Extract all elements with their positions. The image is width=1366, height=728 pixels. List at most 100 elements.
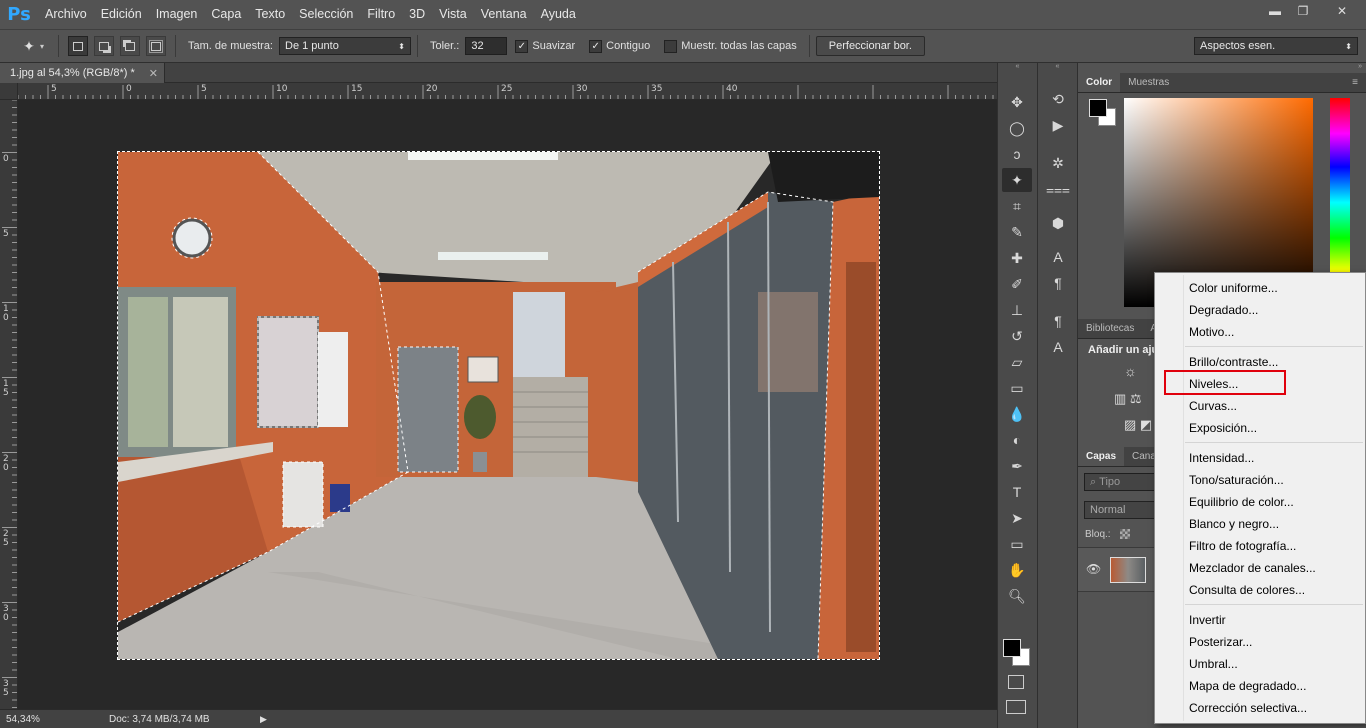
menu-item-consulta-de-colores[interactable]: Consulta de colores... bbox=[1189, 579, 1305, 601]
close-icon[interactable]: ✕ bbox=[1324, 3, 1360, 19]
intersect-selection-button[interactable] bbox=[146, 36, 167, 56]
history-brush-icon[interactable]: ↺ bbox=[1002, 324, 1032, 348]
ruler-origin[interactable] bbox=[0, 83, 18, 100]
close-tab-icon[interactable]: ✕ bbox=[149, 67, 158, 80]
stamp-tool-icon[interactable]: ⊥ bbox=[1002, 298, 1032, 322]
layer-row[interactable]: 👁︎ bbox=[1078, 547, 1156, 592]
character-panel-icon[interactable]: A bbox=[1043, 245, 1073, 269]
color-fg-swatch[interactable] bbox=[1089, 99, 1107, 117]
tool-preset-chevron-icon[interactable]: ▾ bbox=[40, 42, 44, 51]
menu-imagen[interactable]: Imagen bbox=[149, 0, 205, 29]
menu-3d[interactable]: 3D bbox=[402, 0, 432, 29]
add-selection-button[interactable] bbox=[94, 36, 115, 56]
eyedropper-tool-icon[interactable]: ✎ bbox=[1002, 220, 1032, 244]
menu-item-mezclador-de-canales[interactable]: Mezclador de canales... bbox=[1189, 557, 1316, 579]
tab-color[interactable]: Color bbox=[1078, 73, 1121, 92]
hand-tool-icon[interactable]: ✋ bbox=[1002, 558, 1032, 582]
curves-icon[interactable]: ▨ ◩ bbox=[1124, 417, 1152, 433]
blur-tool-icon[interactable]: 💧 bbox=[1002, 402, 1032, 426]
document-tab[interactable]: 1.jpg al 54,3% (RGB/8*) * ✕ bbox=[0, 63, 165, 83]
antialias-checkbox[interactable]: ✓ bbox=[515, 39, 529, 53]
subtract-selection-button[interactable] bbox=[120, 36, 141, 56]
screen-mode-icon[interactable] bbox=[1006, 700, 1026, 714]
refine-edge-button[interactable]: Perfeccionar bor. bbox=[815, 36, 925, 56]
paragraph-panel-icon[interactable]: ¶ bbox=[1043, 271, 1073, 295]
menu-ventana[interactable]: Ventana bbox=[474, 0, 534, 29]
zoom-readout[interactable]: 54,34% bbox=[0, 714, 95, 725]
menu-item-intensidad[interactable]: Intensidad... bbox=[1189, 447, 1254, 469]
menu-item-umbral[interactable]: Umbral... bbox=[1189, 653, 1238, 675]
menu-filtro[interactable]: Filtro bbox=[360, 0, 402, 29]
menu-item-curvas[interactable]: Curvas... bbox=[1189, 395, 1237, 417]
layer-search-input[interactable]: ⌕ Tipo bbox=[1084, 473, 1156, 491]
menu-item-degradado[interactable]: Degradado... bbox=[1189, 299, 1258, 321]
restore-icon[interactable]: ❐ bbox=[1290, 3, 1316, 19]
healing-brush-icon[interactable]: ✚ bbox=[1002, 246, 1032, 270]
menu-item-color-uniforme[interactable]: Color uniforme... bbox=[1189, 277, 1278, 299]
tolerance-input[interactable]: 32 bbox=[465, 37, 508, 55]
menu-archivo[interactable]: Archivo bbox=[38, 0, 94, 29]
type-tool-icon[interactable]: T bbox=[1002, 480, 1032, 504]
new-selection-button[interactable] bbox=[68, 36, 89, 56]
menu-item-tono-saturacion[interactable]: Tono/saturación... bbox=[1189, 469, 1284, 491]
all-layers-checkbox[interactable] bbox=[664, 39, 678, 53]
rectangle-tool-icon[interactable]: ▭ bbox=[1002, 532, 1032, 556]
history-panel-icon[interactable]: ⟲ bbox=[1043, 87, 1073, 111]
panel-menu-icon[interactable]: ≡ bbox=[1344, 73, 1366, 92]
move-tool-icon[interactable]: ✥ bbox=[1002, 90, 1032, 114]
menu-ayuda[interactable]: Ayuda bbox=[534, 0, 583, 29]
gradient-tool-icon[interactable]: ▭ bbox=[1002, 376, 1032, 400]
menu-item-mapa-de-degradado[interactable]: Mapa de degradado... bbox=[1189, 675, 1306, 697]
levels-icon[interactable]: ▥ ⚖ bbox=[1114, 391, 1142, 407]
menu-item-invertir[interactable]: Invertir bbox=[1189, 609, 1226, 631]
menu-item-correccion-selectiva[interactable]: Corrección selectiva... bbox=[1189, 697, 1307, 719]
marquee-tool-icon[interactable]: ◯ bbox=[1002, 116, 1032, 140]
vertical-ruler[interactable]: 0 5 1 0 1 5 2 0 2 5 3 0 3 5 bbox=[0, 100, 18, 709]
pen-tool-icon[interactable]: ✒ bbox=[1002, 454, 1032, 478]
magic-wand-icon[interactable]: ✦ bbox=[18, 35, 40, 57]
tab-layers[interactable]: Capas bbox=[1078, 447, 1125, 466]
menu-item-exposicion[interactable]: Exposición... bbox=[1189, 417, 1257, 439]
tab-swatches[interactable]: Muestras bbox=[1120, 73, 1177, 92]
minimize-icon[interactable]: ▬ bbox=[1262, 3, 1288, 19]
menu-item-blanco-y-negro[interactable]: Blanco y negro... bbox=[1189, 513, 1279, 535]
document-image[interactable] bbox=[117, 151, 880, 660]
menu-vista[interactable]: Vista bbox=[432, 0, 474, 29]
workspace-select[interactable]: Aspectos esen. ⬍ bbox=[1194, 37, 1358, 55]
menu-item-filtro-de-fotografia[interactable]: Filtro de fotografía... bbox=[1189, 535, 1296, 557]
3d-panel-icon[interactable]: ⬢ bbox=[1043, 211, 1073, 235]
menu-capa[interactable]: Capa bbox=[204, 0, 248, 29]
brush-presets-icon[interactable]: ⩶ bbox=[1043, 177, 1073, 201]
menu-item-posterizar[interactable]: Posterizar... bbox=[1189, 631, 1252, 653]
brush-tool-icon[interactable]: ✐ bbox=[1002, 272, 1032, 296]
menu-seleccion[interactable]: Selección bbox=[292, 0, 360, 29]
character-styles-icon[interactable]: A bbox=[1043, 335, 1073, 359]
zoom-tool-icon[interactable]: 🔍︎ bbox=[1002, 584, 1032, 608]
horizontal-ruler[interactable]: 5 0 5 10 15 20 25 30 35 40 bbox=[18, 83, 997, 100]
brush-panel-icon[interactable]: ✲ bbox=[1043, 151, 1073, 175]
menu-item-motivo[interactable]: Motivo... bbox=[1189, 321, 1234, 343]
blend-mode-select[interactable]: Normal bbox=[1084, 501, 1156, 519]
collapse-icon[interactable]: « bbox=[1038, 63, 1077, 73]
sample-size-select[interactable]: De 1 punto ⬍ bbox=[279, 37, 411, 55]
menu-texto[interactable]: Texto bbox=[248, 0, 292, 29]
brightness-icon[interactable]: ☼ bbox=[1124, 363, 1137, 379]
eye-icon[interactable]: 👁︎ bbox=[1086, 562, 1101, 576]
magic-wand-tool-icon[interactable]: ✦ bbox=[1002, 168, 1032, 192]
collapse-icon[interactable]: « bbox=[998, 63, 1037, 73]
foreground-color-swatch[interactable] bbox=[1003, 639, 1021, 657]
eraser-tool-icon[interactable]: ▱ bbox=[1002, 350, 1032, 374]
actions-panel-icon[interactable]: ▶ bbox=[1043, 113, 1073, 137]
menu-item-equilibrio-de-color[interactable]: Equilibrio de color... bbox=[1189, 491, 1294, 513]
crop-tool-icon[interactable]: ⌗ bbox=[1002, 194, 1032, 218]
path-selection-icon[interactable]: ➤ bbox=[1002, 506, 1032, 530]
paragraph-styles-icon[interactable]: ¶ bbox=[1043, 309, 1073, 333]
lasso-tool-icon[interactable]: ↄ bbox=[1002, 142, 1032, 166]
tab-libraries[interactable]: Bibliotecas bbox=[1078, 319, 1142, 338]
status-menu-icon[interactable]: ▶ bbox=[260, 714, 267, 725]
collapse-icon[interactable]: » bbox=[1078, 63, 1366, 73]
lock-transparent-icon[interactable] bbox=[1120, 529, 1130, 539]
contiguous-checkbox[interactable]: ✓ bbox=[589, 39, 603, 53]
quick-mask-icon[interactable] bbox=[1008, 675, 1024, 689]
dodge-tool-icon[interactable]: ◐ bbox=[1002, 428, 1032, 452]
